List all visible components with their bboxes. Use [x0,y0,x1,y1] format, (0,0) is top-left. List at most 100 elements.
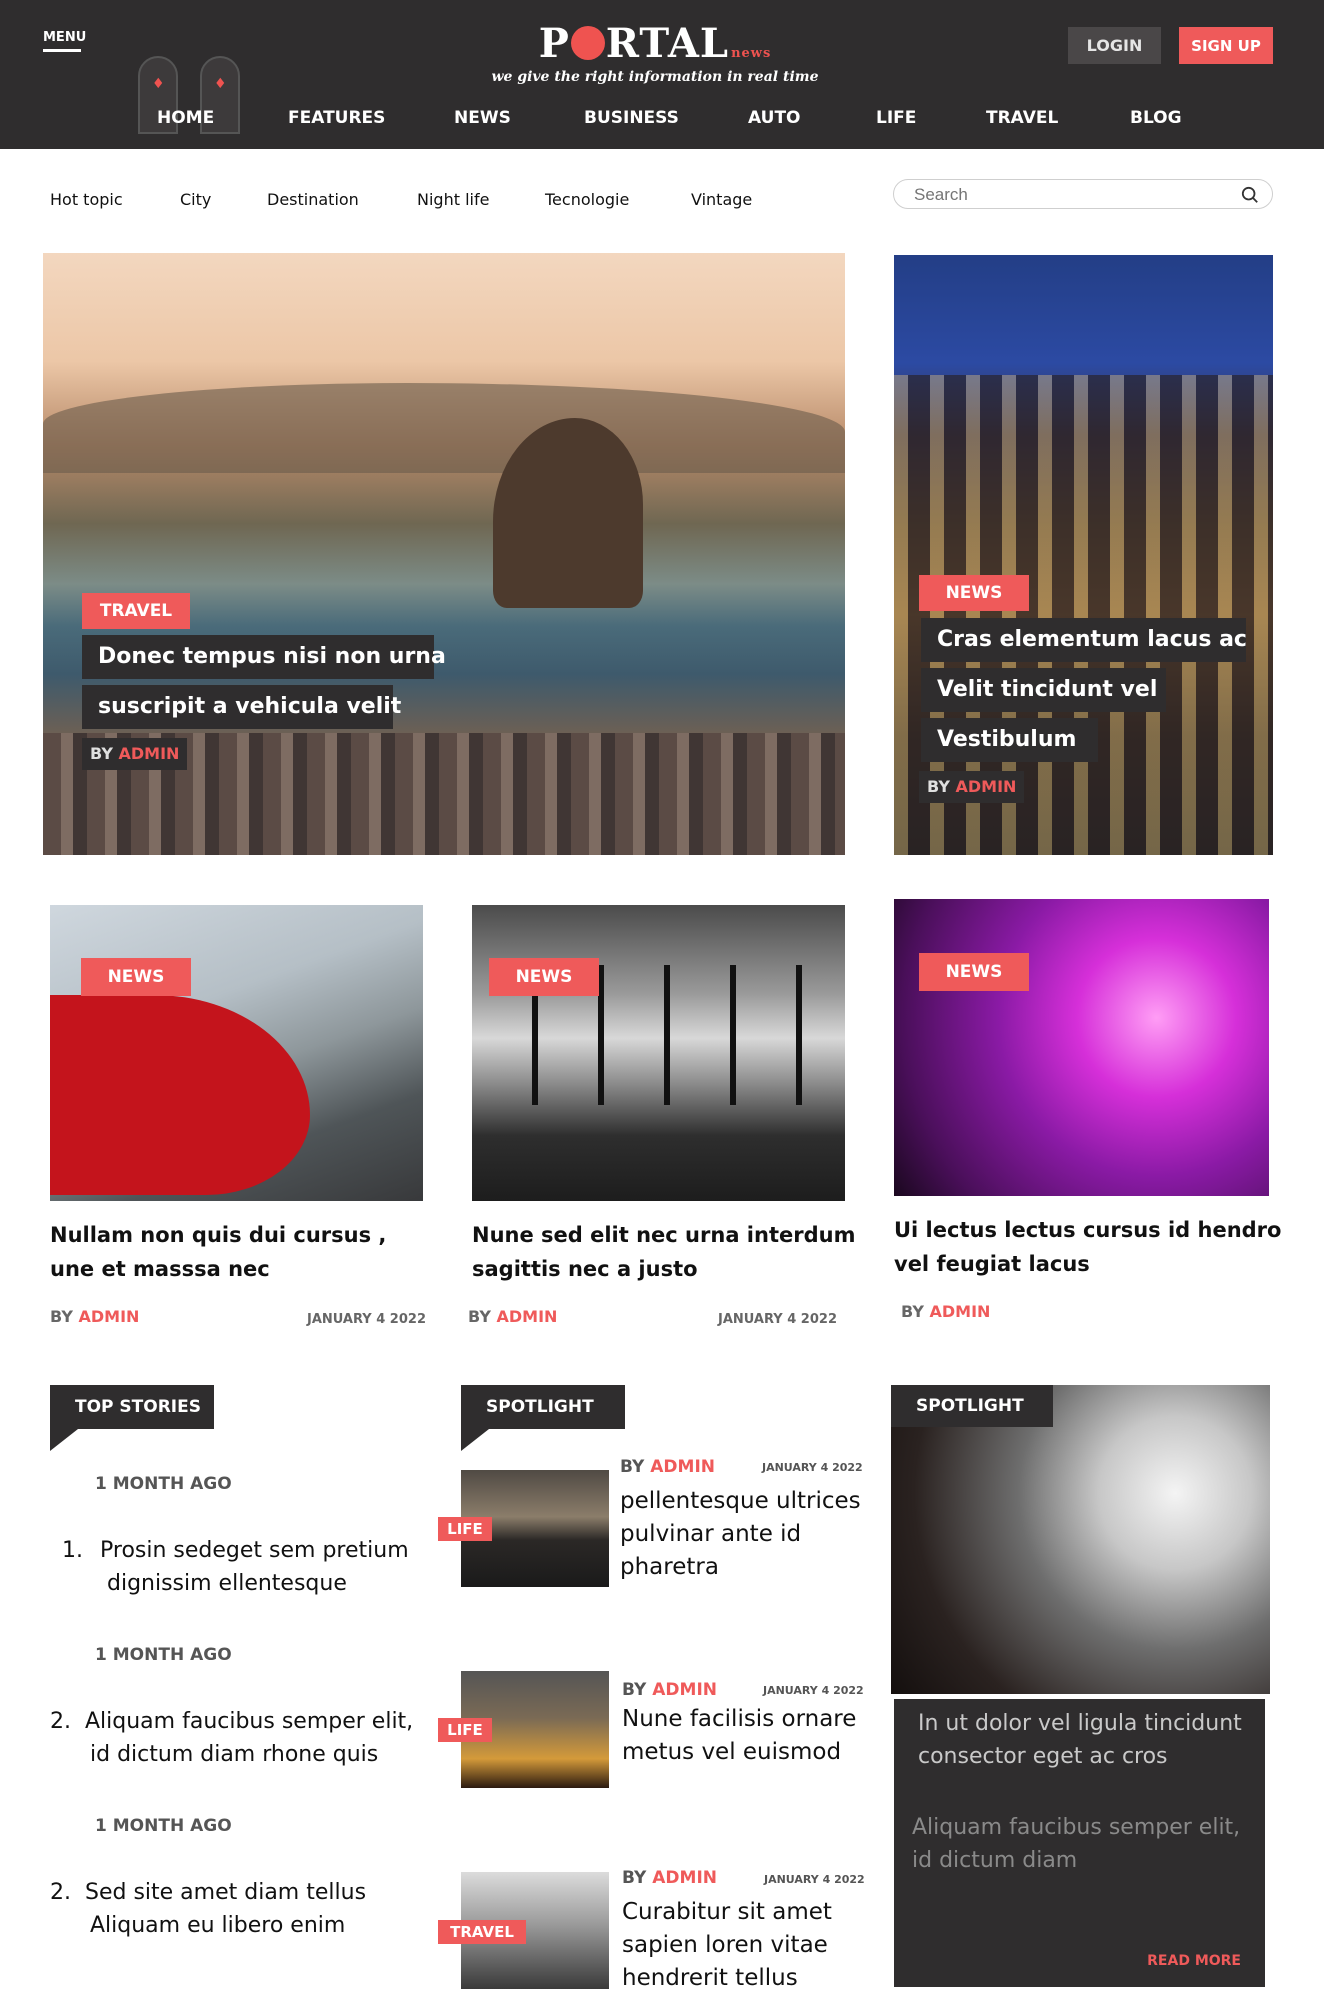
search-icon[interactable] [1241,186,1259,204]
spotlight-2-byline: BY ADMIN [622,1680,717,1700]
story-3[interactable]: 2. Sed site amet diam tellus Aliquam eu … [50,1876,366,1938]
subnav-destination[interactable]: Destination [267,190,359,209]
nav-blog[interactable]: BLOG [1130,108,1182,128]
nav-features[interactable]: FEATURES [288,108,385,128]
hero-right-headline-1[interactable]: Cras elementum lacus ac [921,618,1247,662]
nav-news[interactable]: NEWS [454,108,511,128]
spotlight-3-date: JANUARY 4 2022 [764,1873,865,1886]
nav-home[interactable]: HOME [157,108,214,128]
subnav-city[interactable]: City [180,190,211,209]
story-number: 2. [50,1880,71,1905]
spotlight-quote-primary: In ut dolor vel ligula tincidunt consect… [918,1711,1242,1769]
story-3-line-2: Aliquam eu libero enim [90,1913,346,1938]
nav-business[interactable]: BUSINESS [584,108,679,128]
hero-left-byline: BY ADMIN [82,738,188,770]
card-2-tag[interactable]: NEWS [489,958,599,996]
top-stories-label: TOP STORIES [50,1385,214,1451]
byline-author[interactable]: ADMIN [652,1868,717,1888]
byline-author[interactable]: ADMIN [118,744,179,763]
card-2-byline: BY ADMIN [468,1307,557,1326]
spotlight-1-date: JANUARY 4 2022 [762,1461,863,1474]
mountain-range [43,383,845,473]
subnav-tecnologie[interactable]: Tecnologie [545,190,629,209]
spotlight-1-line-2: pulvinar ante id [620,1521,802,1547]
menu-label: MENU [43,30,87,45]
spotlight-bride-image[interactable] [891,1385,1270,1694]
search-input[interactable] [914,185,1234,205]
menu-button[interactable]: MENU [43,30,86,52]
byline-author[interactable]: ADMIN [78,1307,139,1326]
card-2-date: JANUARY 4 2022 [718,1312,837,1327]
spotlight-right-label: SPOTLIGHT [891,1385,1053,1427]
card-1-title-line-1: Nullam non quis dui cursus , [50,1223,387,1247]
card-3-title-line-1: Ui lectus lectus cursus id hendro [894,1218,1282,1242]
spotlight-label-text: SPOTLIGHT [486,1397,594,1417]
logo-letters: RTAL [605,20,730,67]
search-box[interactable] [893,179,1273,209]
card-1-image[interactable] [50,905,423,1201]
card-2-title[interactable]: Nune sed elit nec urna interdum sagittis… [472,1218,855,1286]
story-3-line-1: Sed site amet diam tellus [85,1880,367,1905]
logo-wordmark: P RTAL news [539,20,772,67]
spotlight-2-line-2: metus vel euismod [622,1739,842,1765]
hero-left-tag[interactable]: TRAVEL [82,593,190,629]
spotlight-3-tag[interactable]: TRAVEL [438,1920,526,1944]
signup-button[interactable]: SIGN UP [1179,27,1273,64]
spotlight-2-date: JANUARY 4 2022 [763,1684,864,1697]
spotlight-1-tag[interactable]: LIFE [438,1517,492,1541]
hero-right-headline-2[interactable]: Velit tincidunt vel [921,668,1166,712]
read-more-link[interactable]: READ MORE [1147,1953,1241,1969]
card-3-byline: BY ADMIN [901,1302,990,1321]
menu-underline [43,49,81,52]
byline-by: BY [468,1307,491,1326]
hero-left-headline-2[interactable]: suscripit a vehicula velit [82,685,401,729]
hero-right-headline-3[interactable]: Vestibulum [921,718,1098,762]
spotlight-2-line-1: Nune facilisis ornare [622,1706,857,1732]
logo-o-circle-icon [570,26,605,60]
card-2-image[interactable] [472,905,845,1201]
spotlight-quote-secondary: Aliquam faucibus semper elit, id dictum … [912,1815,1241,1873]
hero-right-tag[interactable]: NEWS [919,575,1029,611]
card-3-title[interactable]: Ui lectus lectus cursus id hendro vel fe… [894,1213,1281,1281]
spotlight-3-line-2: sapien loren vitae [622,1932,828,1958]
card-1-date: JANUARY 4 2022 [307,1312,426,1327]
subnav-vintage[interactable]: Vintage [691,190,752,209]
card-3-tag[interactable]: NEWS [919,953,1029,991]
byline-author[interactable]: ADMIN [650,1457,715,1477]
card-1-tag[interactable]: NEWS [81,958,191,996]
nav-travel[interactable]: TRAVEL [986,108,1058,128]
login-button[interactable]: LOGIN [1068,27,1161,64]
byline-author[interactable]: ADMIN [929,1302,990,1321]
story-number: 2. [50,1709,71,1734]
byline-author[interactable]: ADMIN [496,1307,557,1326]
spotlight-label: SPOTLIGHT [461,1385,625,1451]
card-3-title-line-2: vel feugiat lacus [894,1252,1090,1276]
byline-by: BY [90,744,113,763]
spotlight-right-label-text: SPOTLIGHT [916,1396,1024,1416]
card-1-title[interactable]: Nullam non quis dui cursus , une et mass… [50,1218,386,1286]
logo-news: news [731,46,772,61]
spotlight-1-byline: BY ADMIN [620,1457,715,1477]
spotlight-3-byline: BY ADMIN [622,1868,717,1888]
byline-author[interactable]: ADMIN [652,1680,717,1700]
story-1-time: 1 MONTH AGO [95,1474,232,1494]
card-2-title-line-1: Nune sed elit nec urna interdum [472,1223,856,1247]
subnav-night-life[interactable]: Night life [417,190,489,209]
subnav-hot-topic[interactable]: Hot topic [50,190,123,209]
spotlight-2-title[interactable]: Nune facilisis ornare metus vel euismod [622,1703,856,1769]
story-2[interactable]: 2. Aliquam faucibus semper elit, id dict… [50,1705,413,1767]
card-3-image[interactable] [894,899,1269,1196]
logo-tagline: we give the right information in real ti… [491,69,819,85]
story-1[interactable]: 1. Prosin sedeget sem pretium dignissim … [62,1534,409,1596]
nav-life[interactable]: LIFE [876,108,916,128]
byline-author[interactable]: ADMIN [955,777,1016,796]
spotlight-3-title[interactable]: Curabitur sit amet sapien loren vitae he… [622,1896,832,1995]
spotlight-1-title[interactable]: pellentesque ultrices pulvinar ante id p… [620,1485,861,1584]
hero-left-headline-1[interactable]: Donec tempus nisi non urna [82,635,446,679]
hero-news-image[interactable] [894,255,1273,855]
spotlight-2-tag[interactable]: LIFE [438,1718,492,1742]
card-1-byline: BY ADMIN [50,1307,139,1326]
site-logo[interactable]: P RTAL news we give the right information … [430,20,880,85]
red-car [50,995,310,1195]
nav-auto[interactable]: AUTO [748,108,801,128]
